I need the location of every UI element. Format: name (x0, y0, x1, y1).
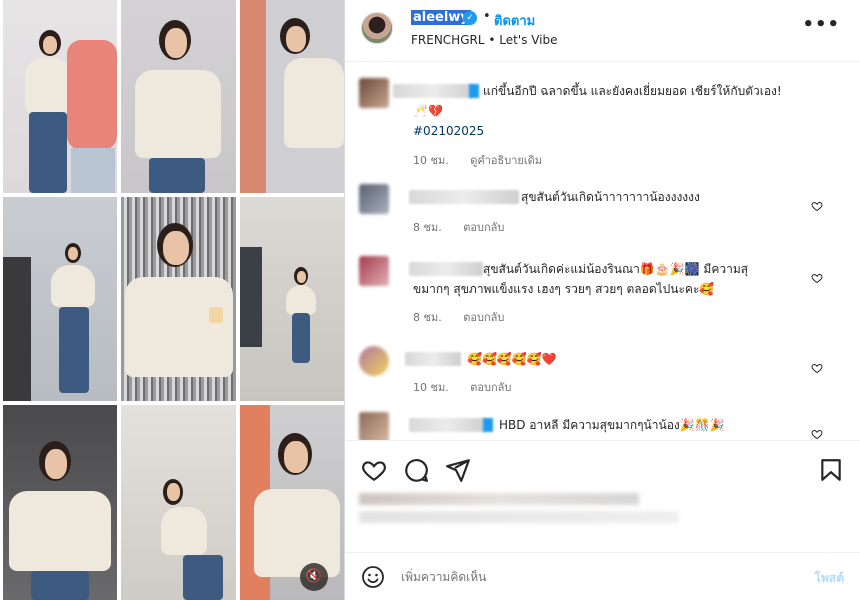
post-date (359, 511, 679, 523)
speaker-muted-icon: 🔇 (305, 569, 323, 584)
like-comment-heart-icon[interactable] (811, 272, 823, 284)
more-icon: ••• (802, 14, 840, 35)
caption-time[interactable]: 10 ชม. (413, 154, 449, 167)
commenter-avatar[interactable] (359, 184, 389, 214)
caption-text: แก่ขึ้นอีกปี ฉลาดขึ้น และยังคงเยี่ยมยอด … (483, 82, 833, 101)
caption-comment: แก่ขึ้นอีกปี ฉลาดขึ้น และยังคงเยี่ยมยอด … (359, 78, 839, 188)
author-username[interactable]: aleelwy (411, 10, 471, 25)
comment-time[interactable]: 8 ชม. (413, 311, 442, 324)
comment-meta: 10 ชม. ตอบกลับ (413, 378, 529, 396)
comment-bubble-icon[interactable] (403, 457, 429, 483)
see-original-link[interactable]: ดูคำอธิบายเดิม (470, 154, 542, 167)
comment-item: 🥰🥰🥰🥰🥰❤️ 10 ชม. ตอบกลับ (359, 346, 839, 402)
commenter-username[interactable] (393, 84, 473, 98)
photo-7 (3, 405, 117, 600)
comment-composer: โพสต์ (345, 552, 860, 600)
song-label: Let's Vibe (499, 33, 558, 47)
brand-label: FRENCHGRL (411, 33, 485, 47)
comment-text-line2: ขมากๆ สุขภาพแข็งแรง เฮงๆ รวยๆ สวยๆ ตลอดไ… (413, 282, 715, 296)
bookmark-icon[interactable] (818, 457, 844, 483)
follow-button[interactable]: ติดตาม (494, 10, 535, 31)
caption-hashtag[interactable]: #02102025 (413, 122, 484, 141)
comment-text: HBD อาหลี มีความสุขมากๆน้าน้อง🎉🎊🎉 (499, 418, 725, 432)
verified-badge-icon: ✓ (463, 11, 477, 25)
commenter-username-tail (469, 84, 479, 98)
photo-8 (121, 405, 236, 600)
commenter-username[interactable] (409, 190, 519, 204)
post-actions-bar (345, 440, 860, 548)
comment-input[interactable] (401, 565, 781, 589)
reply-button[interactable]: ตอบกลับ (470, 381, 511, 394)
comment-time[interactable]: 10 ชม. (413, 381, 449, 394)
header-separator: • (483, 9, 491, 24)
caption-emoji: 🥂💔 (413, 104, 443, 118)
caption-body: แก่ขึ้นอีกปี ฉลาดขึ้น และยังคงเยี่ยมยอด … (483, 84, 782, 98)
commenter-username[interactable] (409, 418, 485, 432)
post-comment-button[interactable]: โพสต์ (815, 569, 844, 588)
emoji-smiley-icon[interactable] (361, 565, 385, 589)
photo-3 (240, 0, 344, 193)
like-comment-heart-icon[interactable] (811, 362, 823, 374)
share-send-icon[interactable] (445, 457, 471, 483)
commenter-avatar[interactable] (359, 78, 389, 108)
comment-time[interactable]: 8 ชม. (413, 221, 442, 234)
photo-2 (121, 0, 236, 193)
reply-button[interactable]: ตอบกลับ (463, 221, 504, 234)
like-comment-heart-icon[interactable] (811, 200, 823, 212)
like-comment-heart-icon[interactable] (811, 428, 823, 440)
reply-button[interactable]: ตอบกลับ (463, 311, 504, 324)
comment-meta: 8 ชม. ตอบกลับ (413, 308, 522, 326)
audio-separator: • (488, 33, 496, 47)
photo-6 (240, 197, 344, 401)
comment-item: สุขสันต์วันเกิดค่ะแม่น้องรินณา🎁🎂🎉🎆 มีควา… (359, 256, 839, 336)
like-heart-icon[interactable] (361, 457, 387, 483)
comment-text-line1: สุขสันต์วันเกิดค่ะแม่น้องรินณา🎁🎂🎉🎆 มีควา… (483, 262, 749, 276)
photo-5 (121, 197, 236, 401)
mute-button[interactable]: 🔇 (300, 563, 328, 591)
photo-9: 🔇 (240, 405, 344, 600)
comment-text: สุขสันต์วันเกิดน้าาาาาาาน้องงงงงง (521, 190, 700, 204)
comments-list[interactable]: แก่ขึ้นอีกปี ฉลาดขึ้น และยังคงเยี่ยมยอด … (345, 62, 860, 440)
post-header: aleelwy ✓ • ติดตาม FRENCHGRL • Let's Vib… (345, 0, 860, 62)
more-options-button[interactable]: ••• (802, 14, 840, 35)
post-detail-panel: aleelwy ✓ • ติดตาม FRENCHGRL • Let's Vib… (344, 0, 860, 600)
commenter-avatar[interactable] (359, 256, 389, 286)
caption-meta: 10 ชม. ดูคำอธิบายเดิม (413, 151, 560, 169)
commenter-avatar[interactable] (359, 412, 389, 440)
comment-meta: 8 ชม. ตอบกลับ (413, 218, 522, 236)
commenter-username-tail (483, 418, 493, 432)
photo-1 (3, 0, 117, 193)
comment-item: HBD อาหลี มีความสุขมากๆน้าน้อง🎉🎊🎉 (359, 412, 839, 440)
comment-item: สุขสันต์วันเกิดน้าาาาาาาน้องงงงงง 8 ชม. … (359, 184, 839, 244)
commenter-avatar[interactable] (359, 346, 389, 376)
commenter-username[interactable] (409, 262, 483, 276)
photo-collage: 🔇 (0, 0, 344, 600)
comment-text: 🥰🥰🥰🥰🥰❤️ (467, 352, 557, 366)
likes-summary[interactable] (359, 493, 639, 505)
author-avatar[interactable] (361, 12, 393, 44)
post-audio-info[interactable]: FRENCHGRL • Let's Vibe (411, 33, 557, 47)
photo-4 (3, 197, 117, 401)
commenter-username[interactable] (405, 352, 461, 366)
